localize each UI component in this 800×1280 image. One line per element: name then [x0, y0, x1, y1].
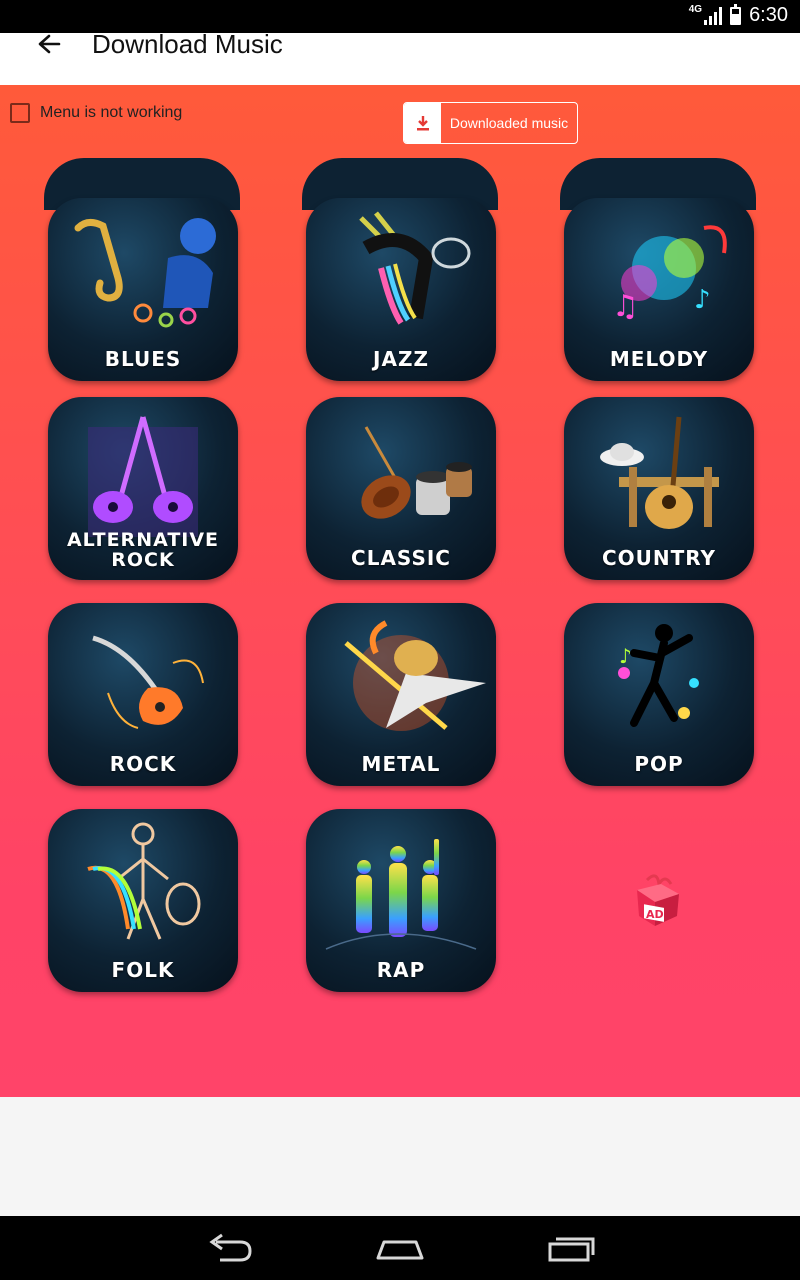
nav-back-button[interactable] — [200, 1230, 260, 1266]
genre-content: Menu is not working Downloaded music BLU… — [0, 85, 800, 1097]
genre-label: FOLK — [111, 958, 175, 982]
crossed-guitars-icon — [88, 416, 198, 537]
app-bar: Download Music — [0, 29, 800, 85]
genre-label: RAP — [376, 958, 426, 982]
genre-label: ROCK — [109, 752, 177, 776]
download-icon — [404, 103, 441, 143]
arrow-back-icon — [38, 34, 61, 54]
genre-tile-rock[interactable]: ROCK — [48, 603, 238, 786]
genre-tile-folk[interactable]: FOLK — [48, 809, 238, 992]
colorful-music-notes-icon: ♫ ♪ — [612, 225, 727, 324]
rap-silhouettes-icon — [325, 839, 477, 950]
nav-recents-icon — [548, 1237, 595, 1262]
nav-recents-button[interactable] — [540, 1230, 600, 1266]
downloaded-music-button[interactable]: Downloaded music — [403, 102, 578, 144]
battery-icon — [730, 3, 742, 25]
acoustic-guitar-hat-icon — [600, 416, 719, 529]
clock: 6:30 — [749, 4, 788, 26]
gift-ad-icon: AD — [637, 874, 679, 926]
back-button[interactable] — [28, 33, 72, 57]
svg-text:♪: ♪ — [694, 285, 711, 315]
nav-home-button[interactable] — [370, 1230, 430, 1266]
genre-tile-pop[interactable]: ♪ POP — [564, 603, 754, 786]
nav-home-icon — [376, 1240, 424, 1260]
ad-gift-button[interactable]: AD — [631, 872, 683, 928]
genre-label: METAL — [361, 752, 441, 776]
genre-tile-classic[interactable]: CLASSIC — [306, 397, 496, 580]
genre-label: MELODY — [609, 347, 709, 371]
genre-tile-alternative-rock[interactable]: ALTERNATIVE ROCK — [48, 397, 238, 580]
genre-tile-metal[interactable]: METAL — [306, 603, 496, 786]
page-title: Download Music — [92, 29, 283, 59]
signal-icon — [704, 6, 723, 25]
bottom-blank-area — [0, 1097, 800, 1216]
nav-back-icon — [209, 1233, 252, 1262]
navigation-bar — [0, 1216, 800, 1280]
folk-musician-icon — [87, 822, 201, 940]
genre-label: POP — [634, 752, 684, 776]
genre-tile-rap[interactable]: RAP — [306, 809, 496, 992]
electric-guitar-icon — [92, 635, 204, 729]
genre-label: ALTERNATIVE ROCK — [48, 530, 238, 570]
checkbox-label: Menu is not working — [40, 104, 183, 121]
ad-label: AD — [646, 908, 664, 921]
menu-not-working-checkbox-row[interactable]: Menu is not working — [10, 103, 182, 123]
genre-label-line2: ROCK — [111, 549, 175, 571]
saxophone-guitarist-icon — [74, 218, 216, 328]
genre-tile-country[interactable]: COUNTRY — [564, 397, 754, 580]
downloaded-music-label: Downloaded music — [449, 115, 569, 131]
violin-drums-icon — [361, 426, 472, 519]
network-type: 4G — [688, 4, 703, 15]
svg-text:♫: ♫ — [612, 289, 639, 324]
genre-label: JAZZ — [373, 347, 429, 371]
svg-text:♪: ♪ — [619, 644, 632, 668]
dancing-silhouette-icon: ♪ — [618, 624, 699, 727]
genre-tile-melody[interactable]: ♫ ♪ MELODY — [564, 198, 754, 381]
genre-label-line1: ALTERNATIVE — [66, 529, 220, 551]
genre-label: CLASSIC — [351, 546, 451, 570]
trumpet-jazz-icon — [359, 211, 471, 325]
genre-tile-blues[interactable]: BLUES — [48, 198, 238, 381]
genre-label: COUNTRY — [601, 546, 717, 570]
genre-label: BLUES — [104, 347, 182, 371]
flaming-guitar-icon — [344, 620, 486, 731]
genre-tile-jazz[interactable]: JAZZ — [306, 198, 496, 381]
menu-not-working-checkbox[interactable] — [10, 103, 30, 123]
